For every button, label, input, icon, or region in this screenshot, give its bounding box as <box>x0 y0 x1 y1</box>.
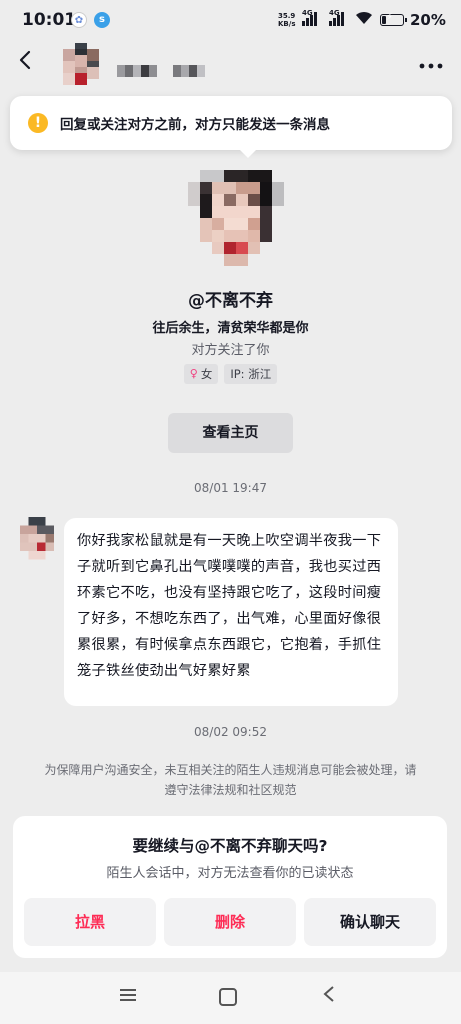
gender-label: 女 <box>200 367 213 381</box>
continue-chat-card: 要继续与@不离不弃聊天吗? 陌生人会话中，对方无法查看你的已读状态 拉黑 删除 … <box>13 816 447 958</box>
status-bar: 10:01 ✿ s 35.9 KB/s 4G 4G ⚡ 20% <box>0 0 461 40</box>
charging-bolt-icon: ⚡ <box>386 12 394 23</box>
message-timestamp: 08/01 19:47 <box>194 481 267 495</box>
header-avatar[interactable] <box>63 43 99 85</box>
view-homepage-button[interactable]: 查看主页 <box>168 413 293 453</box>
menu-icon <box>120 989 136 1001</box>
chevron-left-icon <box>19 50 31 70</box>
gender-tag: ♀ 女 <box>183 364 219 384</box>
header-name-redacted <box>117 62 209 77</box>
network-speed: 35.9 KB/s <box>278 12 295 28</box>
profile-bio: 往后余生，清贫荣华都是你 <box>152 321 309 336</box>
continue-chat-subtitle: 陌生人会话中，对方无法查看你的已读状态 <box>106 866 354 881</box>
profile-nickname: @不离不弃 <box>188 291 273 311</box>
follow-status: 对方关注了你 <box>191 343 270 358</box>
profile-avatar[interactable] <box>188 170 284 278</box>
warning-icon: ! <box>28 113 48 133</box>
female-icon: ♀ <box>189 367 198 380</box>
profile-tags: ♀ 女 IP: 浙江 <box>0 364 461 384</box>
signal-icon: 4G <box>302 9 317 26</box>
system-back-button[interactable] <box>322 984 336 1008</box>
home-button[interactable] <box>219 988 237 1006</box>
chat-header <box>0 40 461 88</box>
status-time: 10:01 <box>22 10 77 30</box>
back-button[interactable] <box>14 48 42 76</box>
system-nav-bar <box>0 972 461 1024</box>
app-notification-icon: ✿ <box>71 12 87 28</box>
network-speed-unit: KB/s <box>278 20 296 28</box>
battery-icon: ⚡ <box>380 12 407 26</box>
notice-text: 回复或关注对方之前，对方只能发送一条消息 <box>60 117 330 133</box>
continue-chat-title: 要继续与@不离不弃聊天吗? <box>132 837 328 855</box>
block-button[interactable]: 拉黑 <box>24 898 156 946</box>
app-notification-icon-2: s <box>94 12 110 28</box>
recents-button[interactable] <box>119 984 137 1008</box>
battery-percent: 20% <box>410 11 446 29</box>
signal-icon-2: 4G <box>329 9 344 26</box>
more-dots-icon <box>419 63 443 69</box>
triangle-back-icon <box>323 986 334 1002</box>
confirm-chat-button[interactable]: 确认聊天 <box>304 898 436 946</box>
signal-label: 4G <box>302 9 313 17</box>
signal-label-2: 4G <box>329 9 340 17</box>
system-timestamp: 08/02 09:52 <box>194 725 267 739</box>
ip-location-label: IP: 浙江 <box>230 367 272 381</box>
more-button[interactable] <box>419 50 443 75</box>
safety-notice: 为保障用户沟通安全，未互相关注的陌生人违规消息可能会被处理，请遵守法律法规和社区… <box>44 763 417 797</box>
ip-location-tag: IP: 浙江 <box>224 364 278 384</box>
stranger-notice-banner: ! 回复或关注对方之前，对方只能发送一条消息 <box>10 96 452 158</box>
wifi-icon <box>355 11 373 29</box>
network-speed-value: 35.9 <box>278 12 296 20</box>
message-bubble[interactable]: 你好我家松鼠就是有一天晚上吹空调半夜我一下子就听到它鼻孔出气噗噗噗的声音，我也买… <box>64 518 398 706</box>
delete-button[interactable]: 删除 <box>164 898 296 946</box>
message-sender-avatar[interactable] <box>20 516 54 560</box>
